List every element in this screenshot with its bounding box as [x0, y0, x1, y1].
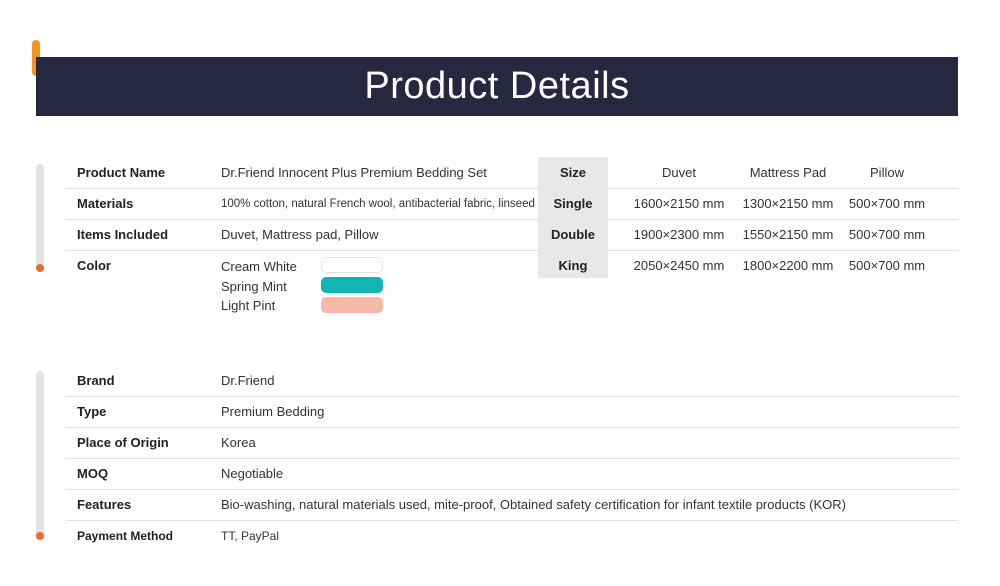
info-row-brand: Brand Dr.Friend — [66, 365, 958, 396]
color-name: Cream White — [221, 259, 297, 274]
info-value: Korea — [221, 435, 256, 450]
spec-row-items-included: Items Included Duvet, Mattress pad, Pill… — [66, 219, 538, 250]
spec-label: Color — [77, 258, 111, 273]
spec-row-materials: Materials 100% cotton, natural French wo… — [66, 188, 550, 219]
spec-row-product-name: Product Name Dr.Friend Innocent Plus Pre… — [66, 157, 538, 188]
info-label: Features — [77, 497, 132, 512]
spec-label: Product Name — [77, 165, 166, 180]
info-value: Bio-washing, natural materials used, mit… — [221, 497, 847, 512]
info-value: Dr.Friend — [221, 373, 275, 388]
info-label: Brand — [77, 373, 115, 388]
size-cell-duvet: 1600×2150 mm — [633, 196, 725, 211]
page-title: Product Details — [364, 65, 630, 107]
info-row-features: Features Bio-washing, natural materials … — [66, 489, 958, 520]
info-label: Payment Method — [77, 528, 174, 543]
size-cell-king: King — [558, 258, 588, 273]
color-swatch-spring-mint — [321, 277, 383, 293]
size-cell-single: Single — [553, 196, 593, 211]
size-cell-pad: 1300×2150 mm — [742, 196, 834, 211]
info-value: Negotiable — [221, 466, 284, 481]
section-indicator-dot — [36, 532, 44, 540]
info-value: Premium Bedding — [221, 404, 325, 419]
size-header-duvet: Duvet — [662, 165, 696, 180]
section-indicator-bar — [36, 164, 44, 271]
size-header: Size — [559, 165, 586, 180]
color-swatch-light-pint — [321, 297, 383, 313]
info-row-origin: Place of Origin Korea — [66, 427, 958, 458]
section-indicator-bar — [36, 371, 44, 539]
info-label: Place of Origin — [77, 435, 169, 450]
size-cell-pad: 1800×2200 mm — [742, 258, 834, 273]
size-header-mattress-pad: Mattress Pad — [749, 165, 827, 180]
spec-value: 100% cotton, natural French wool, antiba… — [221, 197, 550, 210]
color-swatch-cream-white — [321, 257, 383, 273]
info-label: MOQ — [77, 466, 109, 481]
info-row-type: Type Premium Bedding — [66, 396, 958, 427]
color-name: Light Pint — [221, 298, 276, 313]
size-header-pillow: Pillow — [870, 165, 904, 180]
size-cell-pillow: 500×700 mm — [848, 258, 926, 273]
spec-label: Materials — [77, 196, 134, 211]
info-row-moq: MOQ Negotiable — [66, 458, 958, 489]
color-name: Spring Mint — [221, 279, 287, 294]
info-row-payment-method: Payment Method TT, PayPal — [66, 520, 958, 551]
info-label: Type — [77, 404, 107, 419]
size-cell-pillow: 500×700 mm — [848, 196, 926, 211]
section-indicator-dot — [36, 264, 44, 272]
size-cell-duvet: 2050×2450 mm — [633, 258, 725, 273]
spec-value: Dr.Friend Innocent Plus Premium Bedding … — [221, 165, 487, 180]
size-cell-duvet: 1900×2300 mm — [633, 227, 725, 242]
size-cell-double: Double — [550, 227, 596, 242]
size-cell-pad: 1550×2150 mm — [742, 227, 834, 242]
spec-label: Items Included — [77, 227, 169, 242]
spec-row-color: Color — [66, 250, 538, 281]
spec-value: Duvet, Mattress pad, Pillow — [221, 227, 379, 242]
info-value: TT, PayPal — [221, 528, 280, 543]
size-cell-pillow: 500×700 mm — [848, 227, 926, 242]
title-bar: Product Details — [36, 57, 958, 116]
